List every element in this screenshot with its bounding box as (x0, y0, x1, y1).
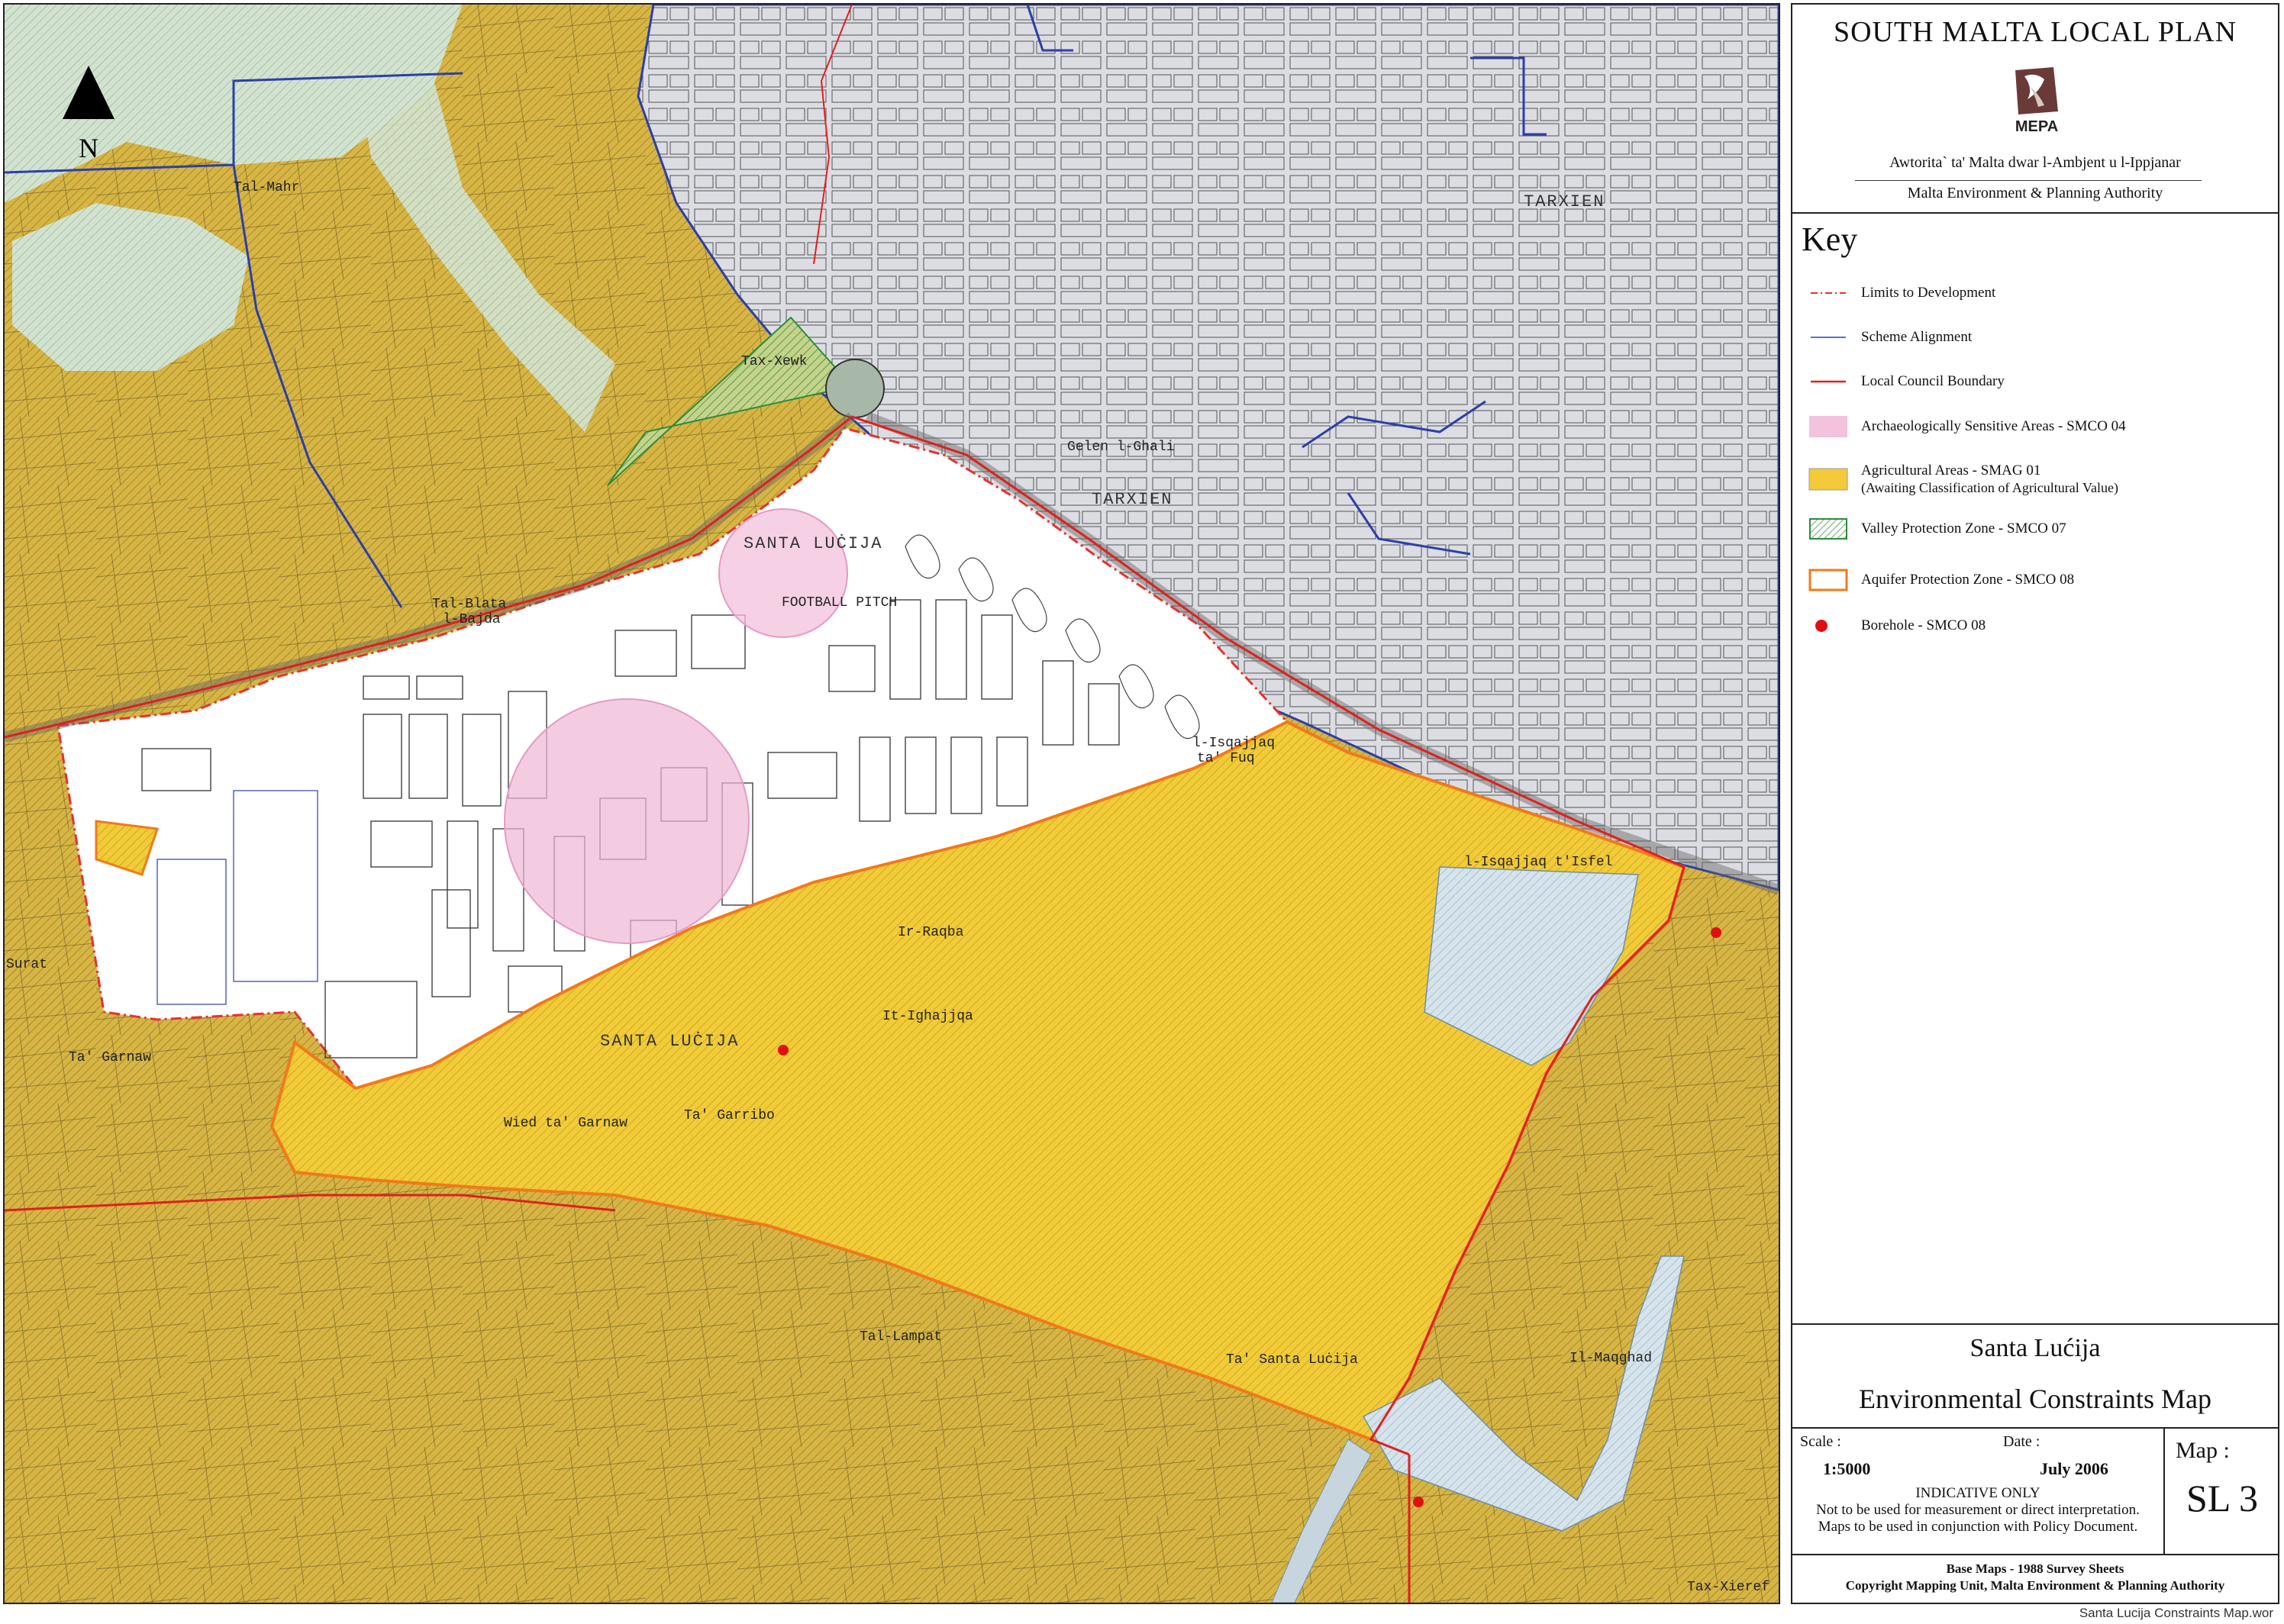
key-label: Archaeologically Sensitive Areas - SMCO … (1861, 418, 2126, 434)
divider (1855, 180, 2202, 181)
place-name: Santa Lućija (1969, 1334, 2101, 1362)
borehole-marker (1413, 1497, 1424, 1507)
date-value: July 2006 (2040, 1459, 2108, 1478)
place-label: Wied ta' Garnaw (504, 1116, 627, 1131)
key-label-main: Agricultural Areas - SMAG 01 (1861, 462, 2041, 478)
key-label: Valley Protection Zone - SMCO 07 (1861, 520, 2066, 536)
key-label: Agricultural Areas - SMAG 01 (Awaiting C… (1861, 462, 2118, 496)
place-label: Tal-Mahr (234, 180, 299, 195)
key-label-sub: (Awaiting Classification of Agricultural… (1861, 480, 2118, 495)
archaeological-area-south (504, 698, 750, 944)
place-label: Il-Maqghad (1569, 1351, 1652, 1366)
north-label: N (79, 133, 98, 163)
authority-maltese: Awtorita` ta' Malta dwar l-Ambjent u l-I… (1889, 154, 2181, 171)
map-name: Environmental Constraints Map (1859, 1384, 2211, 1414)
place-label: ta' Fuq (1197, 751, 1255, 766)
key-label: Aquifer Protection Zone - SMCO 08 (1861, 572, 2075, 588)
place-label: Tax-Xieref (1687, 1580, 1769, 1595)
mepa-logo: MEPA (2015, 67, 2058, 135)
place-label: TARXIEN (1092, 490, 1173, 509)
place-label: SANTA LUĊIJA (744, 534, 882, 553)
red-dot-icon (1815, 620, 1828, 632)
place-label: SANTA LUĊIJA (600, 1032, 739, 1051)
footer-line: Copyright Mapping Unit, Malta Environmen… (1845, 1578, 2225, 1593)
key-item-scheme: Scheme Alignment (1808, 322, 1972, 353)
place-label: Ir-Raqba (898, 925, 964, 940)
place-label: Ta' Garribo (684, 1108, 775, 1123)
title-panel: SOUTH MALTA LOCAL PLAN MEPA Awtorita` ta… (1791, 3, 2279, 1604)
key-title: Key (1802, 221, 1858, 258)
yellow-fill-icon (1808, 468, 1848, 491)
note-line: INDICATIVE ONLY (1915, 1485, 2040, 1501)
roundabout (825, 359, 885, 418)
logo-wordmark: MEPA (2015, 118, 2058, 135)
key-item-valley: Valley Protection Zone - SMCO 07 (1808, 514, 2066, 544)
green-hatch-icon (1809, 518, 1847, 540)
key-label: Local Council Boundary (1861, 373, 2005, 389)
archaeological-area-north (718, 508, 848, 638)
divider (1792, 1323, 2278, 1325)
key-label: Limits to Development (1861, 285, 1996, 301)
note-line: Not to be used for measurement or direct… (1816, 1502, 2140, 1518)
divider (1792, 1427, 2278, 1429)
authority-english: Malta Environment & Planning Authority (1907, 185, 2163, 201)
orange-outline-icon (1808, 569, 1848, 591)
red-line-icon (1811, 380, 1846, 383)
divider (1792, 212, 2278, 214)
footer-line: Base Maps - 1988 Survey Sheets (1946, 1561, 2124, 1576)
place-label: Tal-Lampat (860, 1329, 942, 1345)
key-item-archaeological: Archaeologically Sensitive Areas - SMCO … (1808, 411, 2126, 442)
place-label: l-Bajda (443, 612, 501, 627)
blue-line-icon (1811, 337, 1846, 338)
file-name: Santa Lucija Constraints Map.wor (2079, 1606, 2273, 1620)
place-label: Surat (6, 957, 47, 972)
place-label: Ta' Santa Luċija (1226, 1352, 1358, 1368)
place-label: Tal-Blata (432, 597, 506, 612)
place-label: Gelen l-Ghali (1067, 440, 1174, 455)
date-label: Date : (2003, 1433, 2040, 1450)
key-label: Borehole - SMCO 08 (1861, 617, 1986, 633)
borehole-marker (1711, 927, 1721, 938)
borehole-marker (778, 1045, 789, 1055)
key-item-limits: Limits to Development (1808, 278, 1995, 308)
place-label: l-Isqajjaq t'Isfel (1464, 855, 1612, 870)
place-label: Ta' Garnaw (69, 1050, 151, 1065)
plan-title: SOUTH MALTA LOCAL PLAN (1833, 16, 2237, 48)
divider (1792, 1554, 2278, 1555)
place-label: Tax-Xewk (741, 354, 807, 369)
scale-label: Scale : (1800, 1433, 1841, 1450)
dashdot-line-icon (1811, 292, 1846, 294)
place-label: l-Isqajjaq (1192, 736, 1275, 751)
pink-fill-icon (1809, 416, 1847, 437)
key-item-aquifer: Aquifer Protection Zone - SMCO 08 (1808, 565, 2074, 595)
map-number: SL 3 (2186, 1477, 2258, 1519)
key-item-agricultural: Agricultural Areas - SMAG 01 (Awaiting C… (1808, 461, 2118, 498)
scale-value: 1:5000 (1823, 1459, 1871, 1478)
key-item-borehole: Borehole - SMCO 08 (1808, 611, 1986, 641)
map-frame: N Tal-Mahr Tax-Xewk Tal-Blata l-Bajda SA… (3, 3, 1780, 1604)
map-number-label: Map : (2176, 1438, 2230, 1463)
place-label: It-Ighajjqa (882, 1009, 973, 1024)
place-label: FOOTBALL PITCH (782, 595, 897, 611)
constraints-map: N Tal-Mahr Tax-Xewk Tal-Blata l-Bajda SA… (5, 5, 1779, 1603)
key-label: Scheme Alignment (1861, 329, 1973, 345)
place-label: TARXIEN (1524, 192, 1605, 211)
key-item-council: Local Council Boundary (1808, 366, 2005, 397)
note-line: Maps to be used in conjunction with Poli… (1818, 1519, 2138, 1535)
